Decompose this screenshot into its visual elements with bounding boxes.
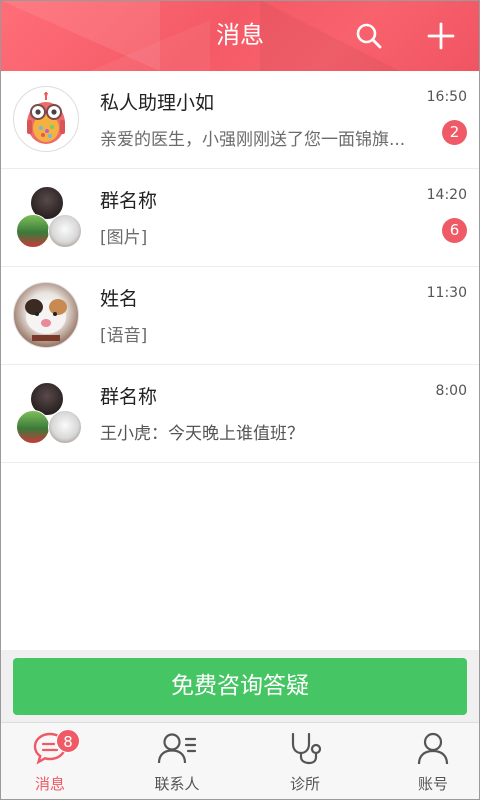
avatar — [13, 282, 81, 350]
conversation-time: 16:50 — [426, 89, 467, 105]
conversation-preview: 亲爱的医生，小强刚刚送了您一面锦旗... — [100, 130, 406, 150]
conversation-preview: 王小虎：今天晚上谁值班？ — [100, 424, 304, 444]
tab-messages[interactable]: 8 消息 — [0, 723, 100, 800]
tab-label: 诊所 — [289, 775, 320, 793]
tab-label: 账号 — [417, 775, 448, 793]
tab-label: 联系人 — [154, 775, 200, 793]
conversation-item[interactable]: 姓名 11:30 [语音] — [0, 267, 480, 365]
tab-unread-badge: 8 — [56, 729, 80, 753]
conversation-time: 14:20 — [426, 187, 467, 203]
conversation-name: 群名称 — [100, 190, 158, 212]
tab-label: 消息 — [34, 775, 65, 793]
tab-account[interactable]: 账号 — [383, 723, 480, 800]
conversation-name: 私人助理小如 — [100, 92, 215, 114]
conversation-list: 私人助理小如 16:50 亲爱的医生，小强刚刚送了您一面锦旗... 2 群名称 … — [0, 71, 480, 463]
group-avatar-icon — [13, 184, 82, 252]
conversation-time: 11:30 — [426, 285, 467, 301]
free-consult-button[interactable]: 免费咨询答疑 — [13, 658, 467, 715]
tab-contacts[interactable]: 联系人 — [127, 723, 227, 800]
unread-badge: 6 — [442, 218, 467, 243]
contacts-icon — [157, 733, 197, 764]
conversation-name: 姓名 — [100, 288, 139, 310]
add-button[interactable] — [419, 14, 463, 58]
unread-badge: 2 — [442, 120, 467, 145]
tab-clinic[interactable]: 诊所 — [255, 723, 355, 800]
page-title: 消息 — [216, 21, 264, 49]
conversation-name: 群名称 — [100, 386, 158, 408]
owl-avatar-icon — [27, 92, 65, 144]
consult-area: 免费咨询答疑 — [0, 650, 480, 722]
tab-bar: 8 消息 联系人 诊所 账号 — [0, 722, 480, 800]
avatar — [13, 380, 82, 448]
group-avatar-icon — [13, 380, 82, 448]
plus-icon — [427, 22, 455, 50]
user-icon — [417, 732, 449, 765]
conversation-preview: [图片] — [100, 228, 148, 248]
conversation-time: 8:00 — [435, 383, 467, 399]
stethoscope-icon — [291, 732, 322, 765]
conversation-preview: [语音] — [100, 326, 148, 346]
conversation-item[interactable]: 群名称 8:00 王小虎：今天晚上谁值班？ — [0, 365, 480, 463]
conversation-item[interactable]: 群名称 14:20 [图片] 6 — [0, 169, 480, 267]
cat-avatar-icon — [25, 299, 67, 341]
app-header: 消息 — [0, 0, 480, 71]
avatar — [13, 86, 81, 154]
search-button[interactable] — [347, 14, 391, 58]
conversation-item[interactable]: 私人助理小如 16:50 亲爱的医生，小强刚刚送了您一面锦旗... 2 — [0, 71, 480, 169]
avatar — [13, 184, 82, 252]
search-icon — [356, 23, 382, 49]
